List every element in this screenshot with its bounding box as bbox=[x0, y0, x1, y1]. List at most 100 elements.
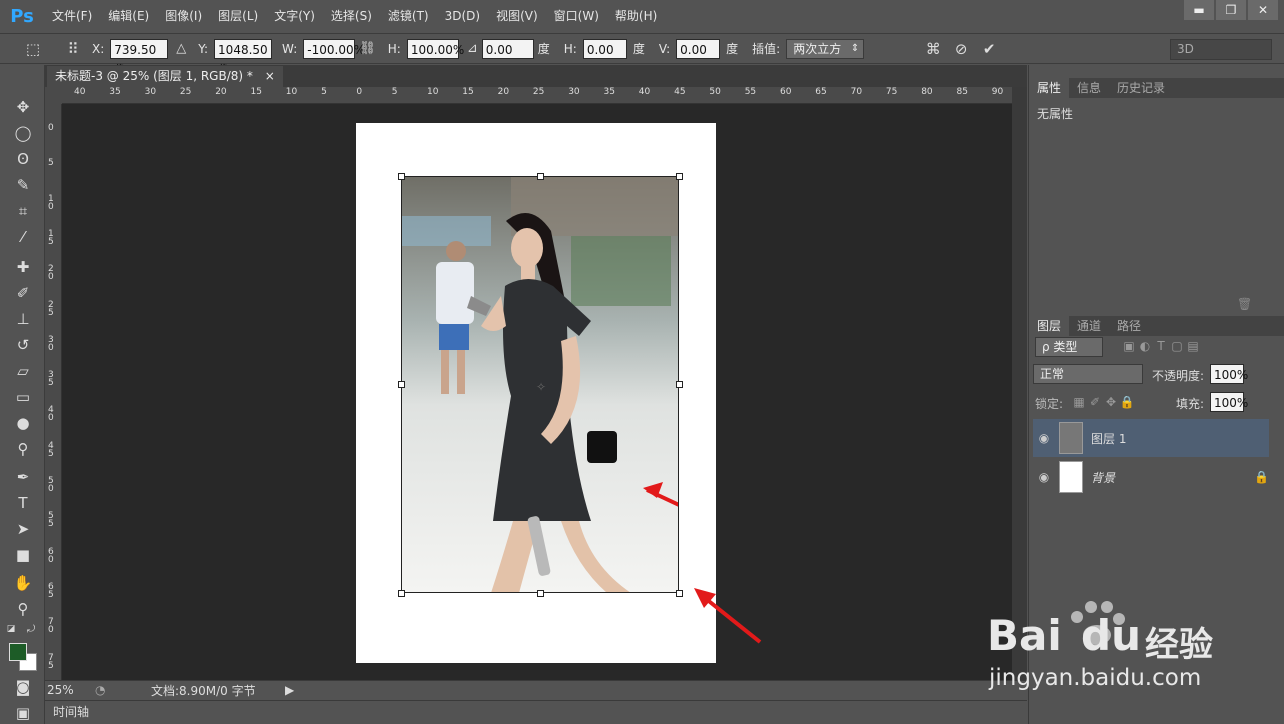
angle-input[interactable]: 0.00 bbox=[481, 38, 534, 59]
restore-button[interactable]: ❐ bbox=[1216, 0, 1246, 20]
lock-transparent-icon[interactable]: ▦ bbox=[1071, 395, 1087, 409]
transform-tool-icon[interactable]: ⬚ bbox=[22, 38, 44, 60]
tab-paths[interactable]: 路径 bbox=[1109, 316, 1149, 336]
lock-position-icon[interactable]: ✥ bbox=[1103, 395, 1119, 409]
menu-type[interactable]: 文字(Y) bbox=[266, 0, 323, 33]
filter-adjust-icon[interactable]: ◐ bbox=[1137, 339, 1153, 353]
dodge-icon[interactable]: ⚲ bbox=[11, 437, 35, 461]
opacity-input[interactable]: 100% bbox=[1210, 364, 1248, 384]
screen-mode-icon[interactable]: ▣ bbox=[11, 701, 35, 724]
default-colors-icon[interactable]: ◪ bbox=[4, 623, 18, 635]
tab-layers[interactable]: 图层 bbox=[1029, 316, 1070, 336]
x-input[interactable]: 739.50 像 bbox=[110, 38, 169, 77]
link-icon[interactable]: ⛓ bbox=[359, 41, 376, 56]
reference-point-icon[interactable]: ⠿ bbox=[62, 38, 84, 60]
watermark-url: jingyan.baidu.com bbox=[989, 665, 1202, 691]
type-icon[interactable]: T bbox=[11, 491, 35, 515]
tab-channels[interactable]: 通道 bbox=[1069, 316, 1109, 336]
rectangle-icon[interactable]: ■ bbox=[11, 543, 35, 567]
zoom-level[interactable]: 25% bbox=[45, 683, 95, 697]
document-tab[interactable]: 未标题-3 @ 25% (图层 1, RGB/8) * × bbox=[47, 66, 283, 87]
transform-handle-right[interactable] bbox=[676, 381, 683, 388]
delete-icon[interactable]: 🗑 bbox=[1237, 297, 1252, 311]
minimize-button[interactable]: ▬ bbox=[1184, 0, 1214, 20]
filter-smart-icon[interactable]: ▤ bbox=[1185, 339, 1201, 353]
warp-icon[interactable]: ⌘ bbox=[922, 38, 944, 60]
doc-info-icon[interactable]: ◔ bbox=[95, 683, 115, 697]
zoom-icon[interactable]: ⚲ bbox=[11, 597, 35, 621]
document-tab-close-icon[interactable]: × bbox=[265, 69, 275, 83]
menu-3d[interactable]: 3D(D) bbox=[437, 0, 488, 33]
pen-icon[interactable]: ✒ bbox=[11, 465, 35, 489]
filter-pixel-icon[interactable]: ▣ bbox=[1121, 339, 1137, 353]
lock-image-icon[interactable]: ✐ bbox=[1087, 395, 1103, 409]
canvas-area[interactable]: ✧ bbox=[62, 104, 1012, 680]
layer-row-1[interactable]: ◉ 图层 1 bbox=[1033, 419, 1269, 457]
ellipse-marquee-icon[interactable]: ◯ bbox=[11, 121, 35, 145]
timeline-tab[interactable]: 时间轴 bbox=[53, 705, 89, 719]
blur-icon[interactable]: ● bbox=[11, 411, 35, 435]
w-input[interactable]: -100.00% bbox=[303, 38, 365, 59]
transform-handle-bottom-left[interactable] bbox=[398, 590, 405, 597]
menu-help[interactable]: 帮助(H) bbox=[607, 0, 665, 33]
ruler-tick-label: 30 bbox=[144, 87, 157, 97]
vskew-input[interactable]: 0.00 bbox=[676, 38, 721, 59]
ruler-tick-label: 55 bbox=[48, 511, 54, 530]
interpolation-select[interactable]: 两次立方 bbox=[786, 38, 865, 59]
close-button[interactable]: ✕ bbox=[1248, 0, 1278, 20]
tab-info[interactable]: 信息 bbox=[1069, 78, 1109, 98]
stamp-icon[interactable]: ⊥ bbox=[11, 307, 35, 331]
eraser-icon[interactable]: ▱ bbox=[11, 359, 35, 383]
transform-handle-bottom-right[interactable] bbox=[676, 590, 683, 597]
path-select-icon[interactable]: ➤ bbox=[11, 517, 35, 541]
healing-brush-icon[interactable]: ✚ bbox=[11, 255, 35, 279]
menu-image[interactable]: 图像(I) bbox=[157, 0, 210, 33]
layer-name[interactable]: 背景 bbox=[1091, 469, 1115, 486]
swap-colors-icon[interactable]: ⤾ bbox=[24, 623, 38, 635]
fill-input[interactable]: 100% bbox=[1210, 392, 1248, 412]
layer-visibility-eye-icon[interactable]: ◉ bbox=[1033, 431, 1055, 445]
blend-mode-select[interactable]: 正常 bbox=[1033, 364, 1143, 384]
delta-icon[interactable]: △ bbox=[176, 41, 186, 56]
menu-select[interactable]: 选择(S) bbox=[323, 0, 380, 33]
transform-handle-top-right[interactable] bbox=[676, 173, 683, 180]
cancel-transform-icon[interactable]: ⊘ bbox=[950, 38, 972, 60]
layer-visibility-eye-icon[interactable]: ◉ bbox=[1033, 470, 1055, 484]
transform-center-icon[interactable]: ✧ bbox=[536, 380, 546, 394]
transform-handle-bottom[interactable] bbox=[537, 590, 544, 597]
gradient-icon[interactable]: ▭ bbox=[11, 385, 35, 409]
layer-filter-select[interactable]: ρ 类型 bbox=[1035, 337, 1103, 357]
brush-icon[interactable]: ✐ bbox=[11, 281, 35, 305]
history-brush-icon[interactable]: ↺ bbox=[11, 333, 35, 357]
layer-name[interactable]: 图层 1 bbox=[1091, 430, 1126, 447]
tab-properties[interactable]: 属性 bbox=[1029, 78, 1070, 98]
filter-shape-icon[interactable]: ▢ bbox=[1169, 339, 1185, 353]
menu-edit[interactable]: 编辑(E) bbox=[100, 0, 157, 33]
lasso-icon[interactable]: ʘ bbox=[11, 147, 35, 171]
quick-select-icon[interactable]: ✎ bbox=[11, 173, 35, 197]
eyedropper-icon[interactable]: ⁄ bbox=[11, 225, 35, 249]
status-menu-arrow-icon[interactable]: ▶ bbox=[285, 683, 294, 697]
menu-file[interactable]: 文件(F) bbox=[44, 0, 100, 33]
menu-filter[interactable]: 滤镜(T) bbox=[380, 0, 437, 33]
menu-layer[interactable]: 图层(L) bbox=[210, 0, 266, 33]
transform-handle-left[interactable] bbox=[398, 381, 405, 388]
transform-handle-top[interactable] bbox=[537, 173, 544, 180]
menu-view[interactable]: 视图(V) bbox=[488, 0, 546, 33]
transform-handle-top-left[interactable] bbox=[398, 173, 405, 180]
move-tool-icon[interactable]: ✥ bbox=[11, 95, 35, 119]
y-input[interactable]: 1048.50 像 bbox=[214, 38, 273, 77]
crop-icon[interactable]: ⌗ bbox=[11, 199, 35, 223]
menu-window[interactable]: 窗口(W) bbox=[546, 0, 607, 33]
h-input[interactable]: 100.00% bbox=[406, 38, 464, 59]
hand-icon[interactable]: ✋ bbox=[11, 571, 35, 595]
lock-all-icon[interactable]: 🔒 bbox=[1119, 395, 1135, 409]
filter-type-icon[interactable]: T bbox=[1153, 339, 1169, 353]
layer-row-background[interactable]: ◉ 背景 🔒 bbox=[1033, 458, 1269, 496]
quick-mask-icon[interactable]: ◙ bbox=[11, 675, 35, 699]
foreground-color-swatch[interactable] bbox=[9, 643, 27, 661]
commit-transform-icon[interactable]: ✔ bbox=[978, 38, 1000, 60]
workspace-select[interactable]: 3D bbox=[1170, 39, 1272, 60]
hskew-input[interactable]: 0.00 bbox=[582, 38, 627, 59]
tab-history[interactable]: 历史记录 bbox=[1109, 78, 1173, 98]
